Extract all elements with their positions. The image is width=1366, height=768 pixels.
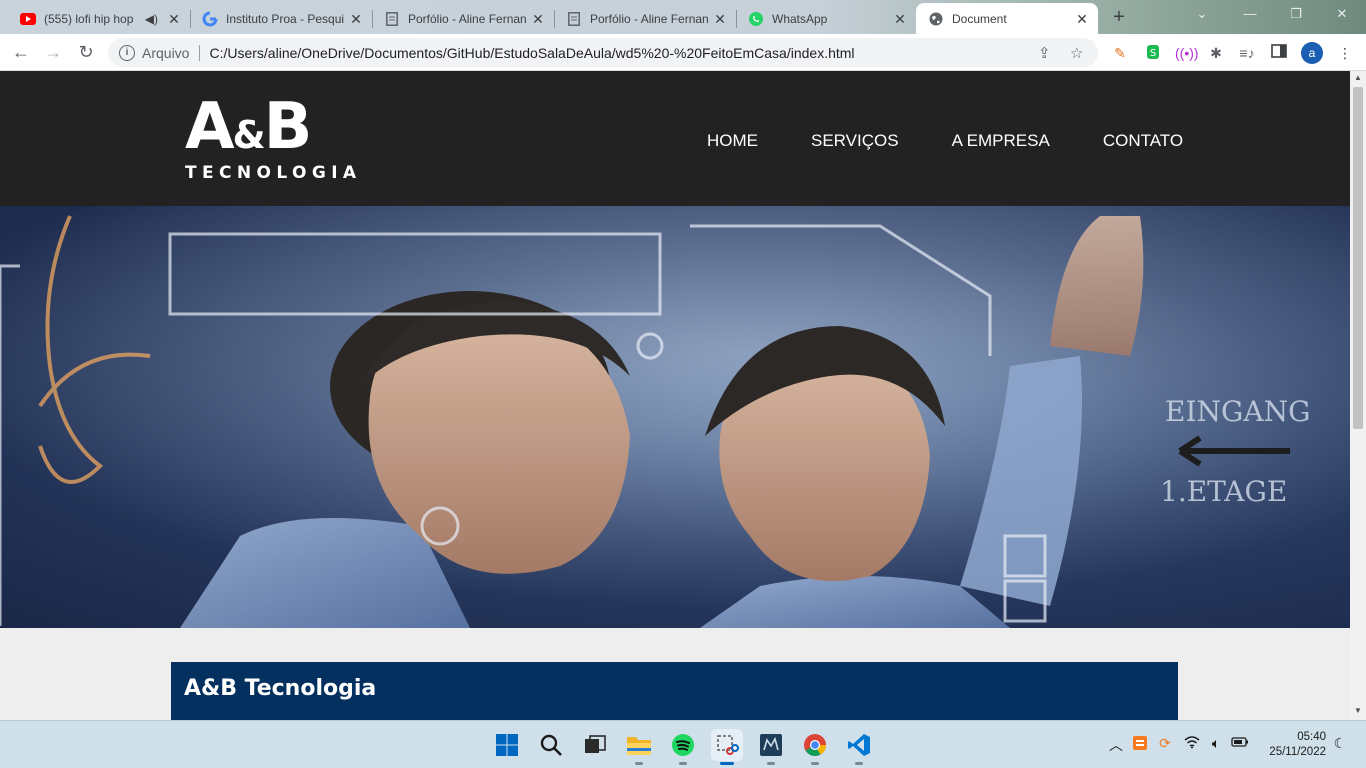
tab-youtube[interactable]: (555) lofi hip hop ◀) ✕ xyxy=(8,3,190,34)
document-icon xyxy=(566,11,582,27)
restore-icon[interactable]: ❐ xyxy=(1284,6,1308,26)
page-viewport: A&B TECNOLOGIA HOME SERVIÇOS A EMPRESA C… xyxy=(0,71,1350,720)
whatsapp-icon xyxy=(748,11,764,27)
close-tab-icon[interactable]: ✕ xyxy=(166,11,182,27)
content-title-band: A&B Tecnologia xyxy=(171,662,1178,720)
address-bar[interactable]: i Arquivo C:/Users/aline/OneDrive/Docume… xyxy=(108,38,1098,67)
page-scrollbar[interactable]: ▲ ▼ xyxy=(1350,71,1366,720)
browser-tab-strip: (555) lofi hip hop ◀) ✕ Instituto Proa -… xyxy=(0,0,1366,34)
scrollbar-thumb[interactable] xyxy=(1353,87,1363,429)
tab-title: (555) lofi hip hop xyxy=(44,11,134,26)
site-logo[interactable]: A&B TECNOLOGIA xyxy=(185,95,370,183)
close-tab-icon[interactable]: ✕ xyxy=(712,11,728,27)
speaker-icon[interactable]: ◀) xyxy=(145,12,158,26)
clock-date: 25/11/2022 xyxy=(1269,746,1326,758)
tab-title: Porfólio - Aline Fernan xyxy=(408,11,527,26)
tab-title: Porfólio - Aline Fernan xyxy=(590,11,709,26)
globe-icon xyxy=(928,11,944,27)
tab-title: Instituto Proa - Pesqui xyxy=(226,11,345,26)
tab-title: WhatsApp xyxy=(772,11,828,26)
info-icon[interactable]: i xyxy=(119,44,135,61)
tab-portfolio-1[interactable]: Porfólio - Aline Fernan ✕ xyxy=(372,3,554,34)
address-scheme-label: Arquivo xyxy=(142,44,190,61)
close-tab-icon[interactable]: ✕ xyxy=(348,11,364,27)
evernote-extension-icon[interactable]: S xyxy=(1144,44,1162,62)
nav-link-a-empresa[interactable]: A EMPRESA xyxy=(952,131,1050,151)
site-header: A&B TECNOLOGIA HOME SERVIÇOS A EMPRESA C… xyxy=(0,71,1350,206)
chevron-up-icon[interactable]: ︿ xyxy=(1106,735,1126,755)
logo-main: A&B xyxy=(185,95,370,165)
tab-portfolio-2[interactable]: Porfólio - Aline Fernan ✕ xyxy=(554,3,736,34)
close-tab-icon[interactable]: ✕ xyxy=(530,11,546,27)
profile-avatar[interactable]: a xyxy=(1301,42,1323,64)
scroll-up-arrow-icon[interactable]: ▲ xyxy=(1350,73,1366,85)
document-icon xyxy=(384,11,400,27)
windows-start-icon[interactable] xyxy=(491,729,523,761)
chrome-icon[interactable] xyxy=(799,729,831,765)
tab-title: Document xyxy=(952,11,1007,26)
site-nav: HOME SERVIÇOS A EMPRESA CONTATO xyxy=(707,131,1236,151)
volume-icon[interactable]: 🔈︎ xyxy=(1206,735,1226,752)
logo-letter-b: B xyxy=(263,90,313,164)
address-url[interactable]: C:/Users/aline/OneDrive/Documentos/GitHu… xyxy=(209,45,854,61)
new-tab-button[interactable]: + xyxy=(1106,5,1132,31)
svg-text:S: S xyxy=(1150,48,1156,59)
mysql-workbench-icon[interactable] xyxy=(755,729,787,765)
tab-google[interactable]: Instituto Proa - Pesqui ✕ xyxy=(190,3,372,34)
system-clock[interactable]: 05:40 25/11/2022 xyxy=(1262,730,1326,760)
tab-whatsapp[interactable]: WhatsApp ✕ xyxy=(736,3,916,34)
tab-document-active[interactable]: Document ✕ xyxy=(916,3,1098,34)
battery-icon[interactable] xyxy=(1230,735,1250,751)
share-icon[interactable]: ⇪ xyxy=(1038,44,1051,62)
browser-toolbar: ← → ↻ i Arquivo C:/Users/aline/OneDrive/… xyxy=(0,34,1366,71)
vscode-icon[interactable] xyxy=(843,729,875,765)
sublime-tray-icon[interactable] xyxy=(1130,735,1150,754)
spotify-icon[interactable] xyxy=(667,729,699,765)
address-divider xyxy=(199,44,201,61)
nav-link-servicos[interactable]: SERVIÇOS xyxy=(811,131,899,151)
snipping-tool-icon[interactable] xyxy=(711,729,743,765)
puzzle-extensions-icon[interactable]: ✱ xyxy=(1207,44,1225,62)
media-control-icon[interactable]: ≡♪ xyxy=(1238,44,1256,62)
svg-text:EINGANG: EINGANG xyxy=(1165,395,1310,428)
close-tab-icon[interactable]: ✕ xyxy=(1074,11,1090,27)
kebab-menu-icon[interactable]: ⋮ xyxy=(1336,44,1354,62)
svg-text:1.ETAGE: 1.ETAGE xyxy=(1160,475,1287,508)
bookmark-star-icon[interactable]: ☆ xyxy=(1070,44,1083,62)
forward-arrow-icon[interactable]: → xyxy=(41,41,65,65)
search-icon[interactable] xyxy=(535,729,567,761)
side-panel-icon[interactable] xyxy=(1270,44,1288,62)
back-arrow-icon[interactable]: ← xyxy=(9,41,33,65)
youtube-icon xyxy=(20,11,36,27)
task-view-icon[interactable] xyxy=(579,729,611,761)
nav-link-contato[interactable]: CONTATO xyxy=(1103,131,1183,151)
wifi-icon[interactable] xyxy=(1182,735,1202,752)
hero-banner-image: EINGANG 1.ETAGE xyxy=(0,206,1350,628)
content-title: A&B Tecnologia xyxy=(184,676,377,701)
close-tab-icon[interactable]: ✕ xyxy=(892,11,908,27)
close-window-icon[interactable]: ✕ xyxy=(1330,6,1354,26)
windows-taskbar: ︿ ⟳ 🔈︎ 05:40 25/11/2022 ☾ xyxy=(0,720,1366,768)
hero-illustration: EINGANG 1.ETAGE xyxy=(0,206,1350,628)
minimize-icon[interactable]: — xyxy=(1238,6,1262,26)
google-icon xyxy=(202,11,218,27)
sync-tray-icon[interactable]: ⟳ xyxy=(1155,735,1175,752)
logo-subtitle: TECNOLOGIA xyxy=(185,163,362,183)
reload-icon[interactable]: ↻ xyxy=(74,41,98,65)
logo-ampersand: & xyxy=(232,113,266,157)
logo-letter-a: A xyxy=(185,90,235,164)
scroll-down-arrow-icon[interactable]: ▼ xyxy=(1350,706,1366,718)
clock-time: 05:40 xyxy=(1297,731,1326,743)
nav-link-home[interactable]: HOME xyxy=(707,131,758,151)
file-explorer-icon[interactable] xyxy=(623,729,655,765)
chevron-down-icon[interactable]: ⌄ xyxy=(1190,6,1214,26)
pen-extension-icon[interactable]: ✎ xyxy=(1111,44,1129,62)
broadcast-extension-icon[interactable]: ((•)) xyxy=(1175,44,1199,62)
do-not-disturb-moon-icon[interactable]: ☾ xyxy=(1330,735,1350,752)
